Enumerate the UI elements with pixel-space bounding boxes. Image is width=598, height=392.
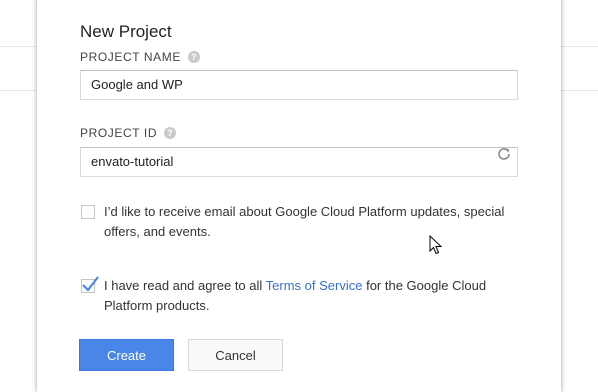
mouse-cursor-icon <box>429 235 443 255</box>
help-icon[interactable]: ? <box>188 51 200 63</box>
help-icon[interactable]: ? <box>164 127 177 139</box>
dialog-title: New Project <box>80 22 172 41</box>
terms-text: I have read and agree to all Terms of Se… <box>104 276 524 316</box>
refresh-icon[interactable] <box>496 146 512 162</box>
background-divider <box>0 90 40 91</box>
create-button[interactable]: Create <box>79 339 174 371</box>
terms-of-service-link[interactable]: Terms of Service <box>266 278 363 293</box>
project-id-input[interactable] <box>80 147 518 177</box>
background-divider <box>560 46 598 47</box>
new-project-dialog: New Project PROJECT NAME ? PROJECT ID ? … <box>37 0 561 392</box>
email-opt-in-text: I’d like to receive email about Google C… <box>104 204 505 239</box>
terms-checkbox[interactable] <box>81 276 99 293</box>
terms-text-before: I have read and agree to all <box>104 278 266 293</box>
project-name-label-row: PROJECT NAME ? <box>80 50 200 64</box>
background-divider <box>560 90 598 91</box>
project-id-label: PROJECT ID <box>80 126 158 140</box>
background-divider <box>0 46 40 47</box>
project-name-label: PROJECT NAME <box>80 50 181 64</box>
cancel-button[interactable]: Cancel <box>188 339 283 371</box>
project-id-label-row: PROJECT ID ? <box>80 126 177 140</box>
project-name-input[interactable] <box>80 70 518 100</box>
checkmark-icon <box>82 276 99 292</box>
email-opt-in-checkbox[interactable] <box>81 205 95 219</box>
